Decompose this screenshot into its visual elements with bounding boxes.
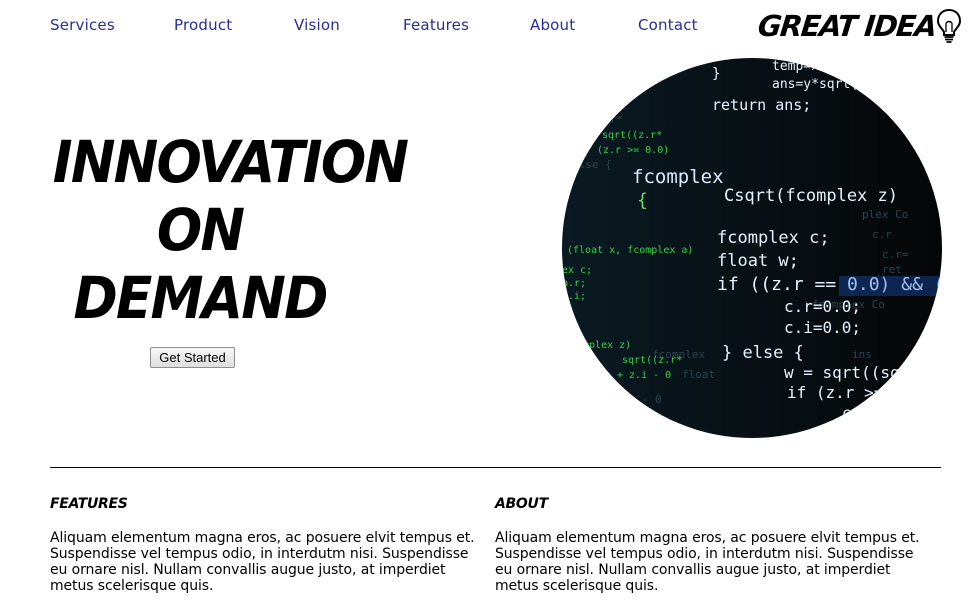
- svg-text:c.r: c.r: [842, 404, 869, 422]
- nav-link-contact[interactable]: Contact: [638, 16, 698, 34]
- svg-text:a.r;: a.r;: [562, 278, 586, 289]
- about-text: Aliquam elementum magna eros, ac posuere…: [495, 530, 920, 594]
- about-section: ABOUT Aliquam elementum magna eros, ac p…: [495, 496, 935, 594]
- svg-text:return ans;: return ans;: [712, 96, 811, 114]
- svg-text:if (z.r >= 0.0): if (z.r >= 0.0): [787, 383, 932, 402]
- svg-text:fcomplex c;: fcomplex c;: [717, 228, 830, 248]
- code-screen-image: + z.i - 0 sqrt((z.r* else { { plex Co c.…: [562, 58, 942, 438]
- hero-headline: INNOVATION ON DEMAND: [52, 128, 409, 332]
- svg-text:} else {: } else {: [722, 343, 804, 363]
- svg-text:ins: ins: [852, 348, 872, 361]
- nav-link-product[interactable]: Product: [174, 16, 232, 34]
- features-heading: FEATURES: [50, 496, 128, 512]
- svg-text:float: float: [682, 368, 715, 381]
- svg-text:plex Co: plex Co: [862, 208, 908, 221]
- svg-text:c.r=: c.r=: [882, 248, 909, 261]
- svg-text:(z.r >= 0.0): (z.r >= 0.0): [597, 145, 669, 156]
- nav-link-services[interactable]: Services: [50, 16, 115, 34]
- svg-text:ans=y*sqrt(1.0+temp: ans=y*sqrt(1.0+temp: [772, 77, 921, 92]
- hero-headline-line-2: ON: [156, 196, 245, 264]
- svg-text:{: {: [562, 198, 569, 211]
- nav-link-vision[interactable]: Vision: [294, 16, 340, 34]
- lightbulb-icon: [936, 8, 961, 43]
- svg-text:sqrt((z.r*: sqrt((z.r*: [602, 130, 662, 141]
- svg-text:{: {: [637, 190, 648, 211]
- nav-link-about[interactable]: About: [530, 16, 575, 34]
- logo[interactable]: GREAT IDEA: [756, 6, 962, 46]
- svg-text:sqrt((z.r*: sqrt((z.r*: [622, 355, 682, 366]
- svg-text:+ z.i - 0: + z.i - 0: [572, 88, 632, 101]
- svg-text:c.i=0.0;: c.i=0.0;: [784, 318, 861, 337]
- get-started-button[interactable]: Get Started: [150, 347, 235, 368]
- svg-text:w = sqrt((sqrt(z.r*: w = sqrt((sqrt(z.r*: [784, 363, 942, 382]
- svg-text:float w;: float w;: [717, 251, 799, 271]
- top-nav: Services Product Vision Features About C…: [0, 0, 974, 52]
- svg-text:c.r=0.0;: c.r=0.0;: [784, 297, 861, 316]
- nav-link-features[interactable]: Features: [403, 16, 469, 34]
- svg-text:temp=x/y;: temp=x/y;: [772, 59, 842, 74]
- svg-text:else {: else {: [572, 158, 612, 171]
- svg-text:+ z.i - 0: + z.i - 0: [602, 393, 662, 406]
- about-heading: ABOUT: [495, 496, 548, 512]
- logo-text: GREAT IDEA: [756, 9, 938, 43]
- svg-text:Csqrt(fcomplex z): Csqrt(fcomplex z): [724, 186, 898, 206]
- svg-text:sqrt((z.r*: sqrt((z.r*: [562, 113, 623, 126]
- hero-headline-line-3: DEMAND: [73, 264, 328, 332]
- hero-headline-line-1: INNOVATION: [52, 128, 409, 196]
- svg-text:+ z.i - 0: + z.i - 0: [617, 370, 671, 381]
- svg-text:(float x, fcomplex a): (float x, fcomplex a): [567, 245, 693, 256]
- svg-text:}: }: [712, 66, 720, 82]
- svg-text:a.i;: a.i;: [562, 291, 586, 302]
- svg-text:ex c;: ex c;: [562, 265, 592, 276]
- svg-text:fcomplex: fcomplex: [632, 166, 724, 188]
- svg-text:c.r: c.r: [872, 228, 892, 241]
- section-divider: [50, 467, 941, 468]
- features-section: FEATURES Aliquam elementum magna eros, a…: [50, 496, 490, 594]
- svg-text:omplex z): omplex z): [577, 340, 631, 351]
- features-text: Aliquam elementum magna eros, ac posuere…: [50, 530, 475, 594]
